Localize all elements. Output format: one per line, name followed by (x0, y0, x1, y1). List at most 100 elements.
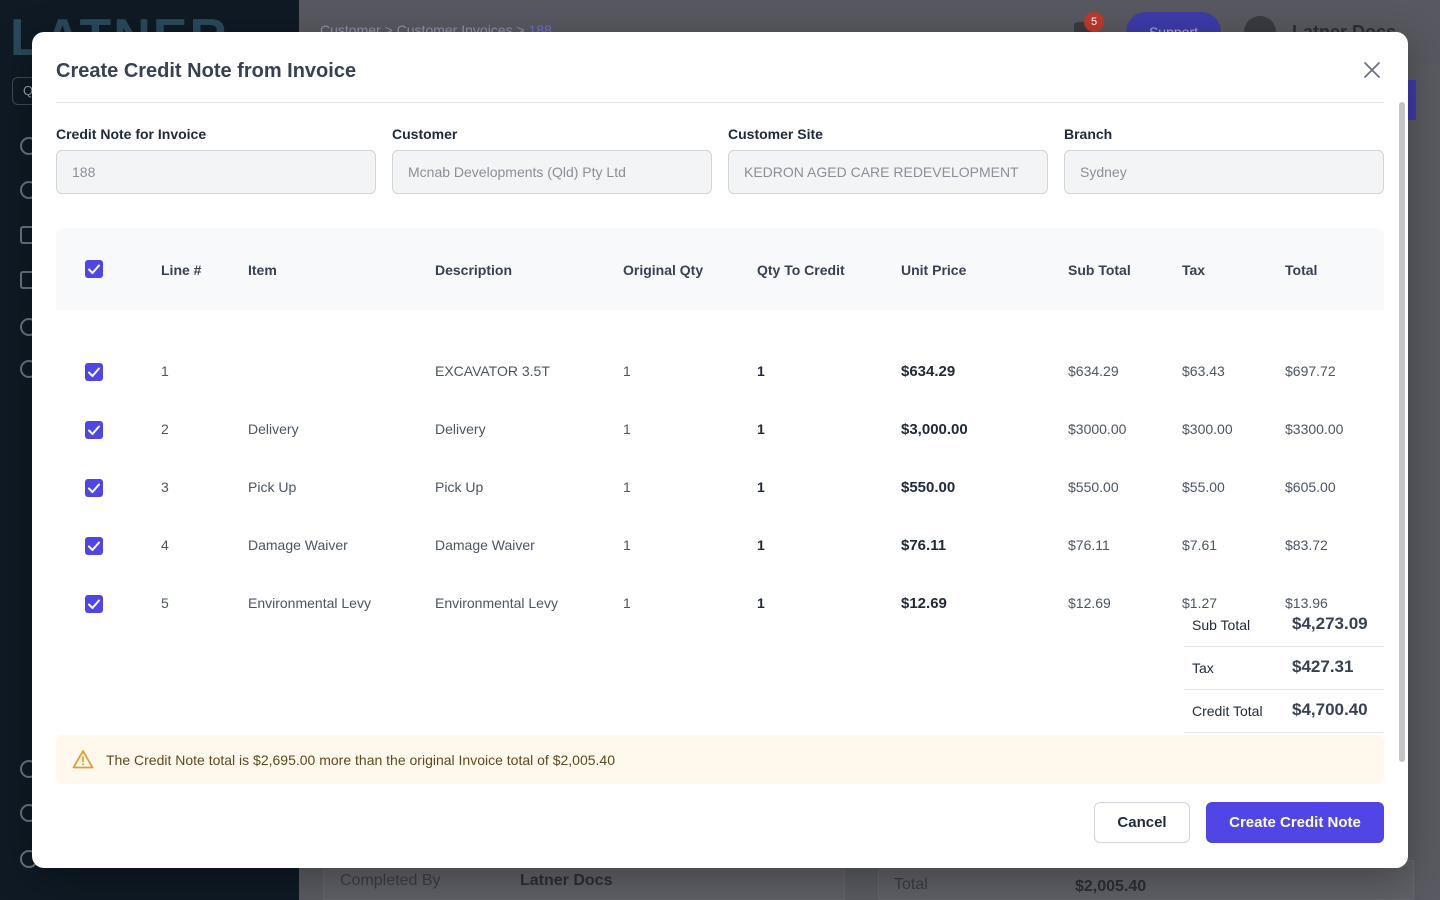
checkmark-icon (88, 541, 100, 551)
tax-value: $427.31 (1292, 657, 1354, 676)
cell-item: Environmental Levy (248, 595, 371, 611)
checkmark-icon (88, 483, 100, 493)
cell-total: $83.72 (1285, 537, 1328, 553)
header-unit-price: Unit Price (901, 262, 967, 278)
row-checkbox[interactable] (85, 421, 103, 439)
cell-description: Pick Up (435, 479, 484, 495)
row-checkbox[interactable] (85, 537, 103, 555)
cell-qty-to-credit[interactable]: 1 (757, 421, 765, 437)
cell-line: 5 (161, 595, 169, 611)
modal-title: Create Credit Note from Invoice (56, 60, 357, 82)
cell-line: 3 (161, 479, 169, 495)
branch-field-label: Branch (1064, 126, 1113, 142)
header-original-qty: Original Qty (623, 262, 704, 278)
checkmark-icon (88, 599, 100, 609)
cell-unit-price: $76.11 (901, 537, 947, 554)
cell-item: Damage Waiver (248, 537, 348, 553)
warning-triangle-icon (72, 750, 94, 769)
header-sub-total: Sub Total (1068, 262, 1131, 278)
subtotal-value: $4,273.09 (1292, 614, 1368, 633)
invoice-input[interactable] (56, 150, 376, 194)
table-row: 4 Damage Waiver Damage Waiver 1 1 $76.11… (56, 517, 1384, 575)
checkmark-icon (88, 367, 100, 377)
checkmark-icon (88, 425, 100, 435)
cell-sub-total: $550.00 (1068, 479, 1119, 495)
cell-unit-price: $3,000.00 (901, 421, 968, 438)
cell-description: Damage Waiver (435, 537, 535, 553)
cell-unit-price: $12.69 (901, 595, 947, 612)
cell-sub-total: $12.69 (1068, 595, 1111, 611)
cell-qty-to-credit[interactable]: 1 (757, 363, 765, 379)
cell-unit-price: $550.00 (901, 479, 956, 496)
cell-sub-total: $76.11 (1068, 537, 1110, 553)
customer-field-label: Customer (392, 126, 458, 142)
cell-line: 4 (161, 537, 169, 553)
branch-field: Branch (1064, 126, 1384, 194)
create-credit-note-button[interactable]: Create Credit Note (1206, 802, 1384, 843)
row-checkbox[interactable] (85, 479, 103, 497)
branch-input[interactable] (1064, 150, 1384, 194)
cell-description: EXCAVATOR 3.5T (435, 363, 550, 379)
credit-total-row: Credit Total $4,700.40 (1184, 690, 1384, 733)
cell-total: $697.72 (1285, 363, 1336, 379)
cell-unit-price: $634.29 (901, 363, 956, 380)
table-header: Line # Item Description Original Qty Qty… (56, 228, 1384, 310)
total-label: Total (894, 876, 928, 893)
tax-label: Tax (1192, 660, 1214, 676)
cell-qty-to-credit[interactable]: 1 (757, 537, 765, 553)
warning-message: The Credit Note total is $2,695.00 more … (106, 752, 615, 768)
cell-sub-total: $3000.00 (1068, 421, 1127, 437)
header-qty-to-credit: Qty To Credit (757, 262, 845, 278)
total-value: $2,005.40 (1075, 878, 1147, 895)
cell-qty-to-credit[interactable]: 1 (757, 479, 765, 495)
subtotal-row: Sub Total $4,273.09 (1184, 604, 1384, 647)
cell-original-qty: 1 (623, 537, 631, 553)
cell-description: Delivery (435, 421, 486, 437)
cell-sub-total: $634.29 (1068, 363, 1119, 379)
close-icon (1364, 62, 1380, 78)
cell-tax: $55.00 (1182, 479, 1225, 495)
cell-qty-to-credit[interactable]: 1 (757, 595, 765, 611)
tax-row: Tax $427.31 (1184, 647, 1384, 690)
header-total: Total (1285, 262, 1318, 278)
invoice-field: Credit Note for Invoice (56, 126, 376, 194)
checkmark-icon (88, 264, 100, 274)
customer-site-input[interactable] (728, 150, 1048, 194)
select-all-checkbox[interactable] (85, 260, 103, 278)
notification-badge: 5 (1084, 12, 1104, 32)
table-row: 2 Delivery Delivery 1 1 $3,000.00 $3000.… (56, 401, 1384, 459)
cell-original-qty: 1 (623, 421, 631, 437)
customer-site-field-label: Customer Site (728, 126, 823, 142)
cancel-button[interactable]: Cancel (1094, 802, 1190, 843)
cell-tax: $7.61 (1182, 537, 1218, 553)
cell-description: Environmental Levy (435, 595, 558, 611)
credit-note-modal: Create Credit Note from Invoice Credit N… (32, 32, 1408, 868)
table-row: 3 Pick Up Pick Up 1 1 $550.00 $550.00 $5… (56, 459, 1384, 517)
cell-line: 1 (161, 363, 169, 379)
table-row: 1 EXCAVATOR 3.5T 1 1 $634.29 $634.29 $63… (56, 343, 1384, 401)
cell-tax: $300.00 (1182, 421, 1233, 437)
row-checkbox[interactable] (85, 595, 103, 613)
modal-scrollbar[interactable] (1399, 102, 1405, 762)
credit-total-label: Credit Total (1192, 703, 1263, 719)
customer-input[interactable] (392, 150, 712, 194)
warning-banner: The Credit Note total is $2,695.00 more … (56, 735, 1384, 784)
cell-item: Delivery (248, 421, 299, 437)
row-checkbox[interactable] (85, 363, 103, 381)
cell-line: 2 (161, 421, 169, 437)
header-divider (56, 102, 1384, 103)
cell-original-qty: 1 (623, 363, 631, 379)
cell-total: $3300.00 (1285, 421, 1344, 437)
subtotal-label: Sub Total (1192, 617, 1251, 633)
header-description: Description (435, 262, 513, 278)
close-button[interactable] (1360, 58, 1384, 82)
customer-field: Customer (392, 126, 712, 194)
cell-original-qty: 1 (623, 479, 631, 495)
cell-item: Pick Up (248, 479, 297, 495)
cell-original-qty: 1 (623, 595, 631, 611)
cell-total: $605.00 (1285, 479, 1336, 495)
header-tax: Tax (1182, 262, 1206, 278)
invoice-field-label: Credit Note for Invoice (56, 126, 207, 142)
completed-by-label: Completed By (340, 872, 441, 889)
credit-total-value: $4,700.40 (1292, 700, 1368, 719)
